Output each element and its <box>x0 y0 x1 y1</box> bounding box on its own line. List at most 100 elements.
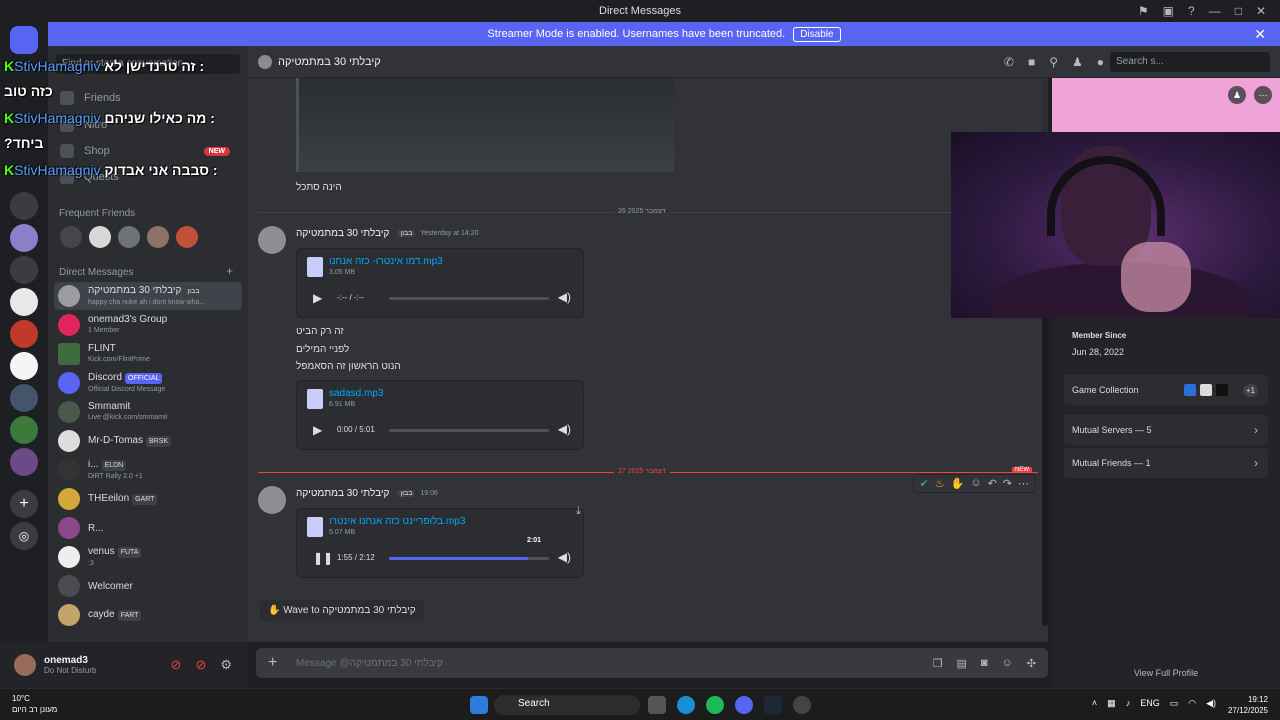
minimize-icon[interactable]: — <box>1209 4 1221 18</box>
settings-gear-icon[interactable]: ⚙ <box>220 657 232 673</box>
steam-icon[interactable] <box>764 696 782 714</box>
search-input[interactable]: Search s... <box>1110 52 1270 72</box>
play-icon[interactable]: ▶ <box>313 291 322 305</box>
home-discord-icon[interactable] <box>10 26 38 54</box>
dm-item[interactable]: Discord OFFICIAL Official Discord Message <box>54 369 242 397</box>
file-name[interactable]: דמו אינטרו- כזה אנחנו.mp3 <box>329 256 443 267</box>
reply-icon[interactable]: ↶ <box>988 477 997 490</box>
close-icon[interactable]: ✕ <box>1254 26 1266 43</box>
wave-button[interactable]: ✋ Wave to קיבלתי 30 במתמטיקה <box>260 600 424 621</box>
maximize-icon[interactable]: □ <box>1235 4 1242 18</box>
discord-taskbar-icon[interactable] <box>735 696 753 714</box>
language-indicator[interactable]: ENG <box>1140 698 1160 709</box>
user-profile-icon[interactable]: ● <box>1097 55 1104 69</box>
avatar[interactable] <box>258 226 286 254</box>
clock[interactable]: 19:12 27/12/2025 <box>1228 694 1268 716</box>
discover-icon[interactable]: ◎ <box>10 522 38 550</box>
mutual-friends-row[interactable]: Mutual Friends — 1 › <box>1064 448 1268 478</box>
mutual-servers-row[interactable]: Mutual Servers — 5 › <box>1064 415 1268 445</box>
emoji-icon[interactable]: ☺ <box>1002 657 1013 670</box>
dm-item[interactable]: Mr-D-Tomas BRSK <box>54 427 242 455</box>
friend-avatar[interactable] <box>176 226 198 248</box>
spotify-icon[interactable] <box>706 696 724 714</box>
more-options-icon[interactable]: ⋯ <box>1018 477 1029 490</box>
dm-item[interactable]: cayde FART <box>54 601 242 629</box>
volume-icon[interactable]: ◀) <box>558 422 571 436</box>
game-collection[interactable]: Game Collection +1 <box>1064 375 1268 405</box>
create-dm-icon[interactable]: + <box>226 264 233 278</box>
server-icon[interactable] <box>10 288 38 316</box>
network-icon[interactable]: ▦ <box>1107 698 1116 709</box>
server-icon[interactable] <box>10 224 38 252</box>
wifi-icon[interactable]: ◠ <box>1188 698 1196 709</box>
fire-reaction-icon[interactable]: ♨ <box>935 477 945 490</box>
more-options-icon[interactable]: ⋯ <box>1254 86 1272 104</box>
dm-item[interactable]: onemad3's Group 1 Member <box>54 311 242 339</box>
add-friends-icon[interactable]: ♟ <box>1072 55 1083 69</box>
dm-item[interactable]: THEeilon GART <box>54 485 242 513</box>
app-icon[interactable] <box>793 696 811 714</box>
display-icon[interactable]: ▭ <box>1170 698 1179 709</box>
apps-icon[interactable]: ✣ <box>1027 657 1036 670</box>
audio-seek-bar[interactable] <box>389 429 549 432</box>
dm-item[interactable]: Smmamit Live @kick.com/smmamit <box>54 398 242 426</box>
pin-icon[interactable]: ⚲ <box>1049 55 1058 69</box>
dm-item[interactable]: venus FUTA:3 <box>54 543 242 571</box>
close-window-icon[interactable]: ✕ <box>1256 4 1266 18</box>
taskbar-search[interactable]: Search <box>494 695 640 715</box>
mic-icon[interactable]: ♪ <box>1126 698 1131 709</box>
weather-widget[interactable]: 10°C מעונן רב היום <box>12 693 57 715</box>
gift-icon[interactable]: ❒ <box>933 657 943 670</box>
mute-mic-icon[interactable]: ⊘ <box>171 657 182 673</box>
friend-avatar[interactable] <box>89 226 111 248</box>
video-call-icon[interactable]: ■ <box>1028 55 1035 69</box>
play-icon[interactable]: ▶ <box>313 423 322 437</box>
thumbs-up-reaction-icon[interactable]: ✋ <box>951 477 965 490</box>
friend-avatar[interactable] <box>60 226 82 248</box>
dm-item[interactable]: R... <box>54 514 242 542</box>
message-composer[interactable]: + Message @קיבלתי 30 במתמטיקה ❒ ▤ ◙ ☺ ✣ <box>256 648 1048 678</box>
add-reaction-icon[interactable]: ☺ <box>970 477 981 490</box>
pause-icon[interactable]: ❚❚ <box>313 551 333 565</box>
help-icon[interactable]: ? <box>1188 4 1195 18</box>
chevron-up-icon[interactable]: ˄ <box>1092 698 1097 709</box>
add-server-icon[interactable]: + <box>10 490 38 518</box>
friend-avatar[interactable] <box>147 226 169 248</box>
sticker-icon[interactable]: ◙ <box>981 657 988 670</box>
check-reaction-icon[interactable]: ✔ <box>920 477 929 490</box>
edge-icon[interactable] <box>677 696 695 714</box>
server-icon[interactable] <box>10 352 38 380</box>
author-name[interactable]: קיבלתי 30 במתמטיקה <box>296 488 389 499</box>
dm-item[interactable]: Welcomer <box>54 572 242 600</box>
file-name[interactable]: sadasd.mp3 <box>329 388 383 399</box>
nav-shop[interactable]: Shop NEW <box>60 144 230 158</box>
task-view-icon[interactable] <box>648 696 666 714</box>
scrollbar-thumb[interactable] <box>1042 308 1048 626</box>
server-icon[interactable] <box>10 192 38 220</box>
volume-icon[interactable]: ◀) <box>558 290 571 304</box>
download-icon[interactable]: ⤓ <box>576 505 581 518</box>
attach-plus-icon[interactable]: + <box>268 654 277 672</box>
disable-streamer-button[interactable]: Disable <box>793 26 841 42</box>
avatar[interactable] <box>14 654 36 676</box>
server-icon[interactable] <box>10 384 38 412</box>
server-icon[interactable] <box>10 256 38 284</box>
author-name[interactable]: קיבלתי 30 במתמטיקה <box>296 228 389 239</box>
avatar[interactable] <box>258 486 286 514</box>
call-icon[interactable]: ✆ <box>1004 55 1014 69</box>
dm-item[interactable]: i... ELDN DiRT Rally 2.0 +1 <box>54 456 242 484</box>
file-name[interactable]: בלופריינט כזה אנחנו אינטרו.mp3 <box>329 516 465 527</box>
dm-item[interactable]: FLINT Kick.com/FlintPrime <box>54 340 242 368</box>
audio-seek-bar[interactable] <box>389 557 549 560</box>
volume-icon[interactable]: ◀) <box>1206 698 1216 709</box>
monitor-icon[interactable]: ▣ <box>1163 4 1174 18</box>
view-full-profile-link[interactable]: View Full Profile <box>1052 668 1280 678</box>
audio-seek-bar[interactable] <box>389 297 549 300</box>
server-icon[interactable] <box>10 448 38 476</box>
server-icon[interactable] <box>10 416 38 444</box>
inbox-icon[interactable]: ⚑ <box>1138 4 1149 18</box>
message-input[interactable]: Message @קיבלתי 30 במתמטיקה <box>296 658 443 669</box>
friend-avatar[interactable] <box>118 226 140 248</box>
deafen-icon[interactable]: ⊘ <box>195 657 206 673</box>
gif-icon[interactable]: ▤ <box>956 657 966 670</box>
